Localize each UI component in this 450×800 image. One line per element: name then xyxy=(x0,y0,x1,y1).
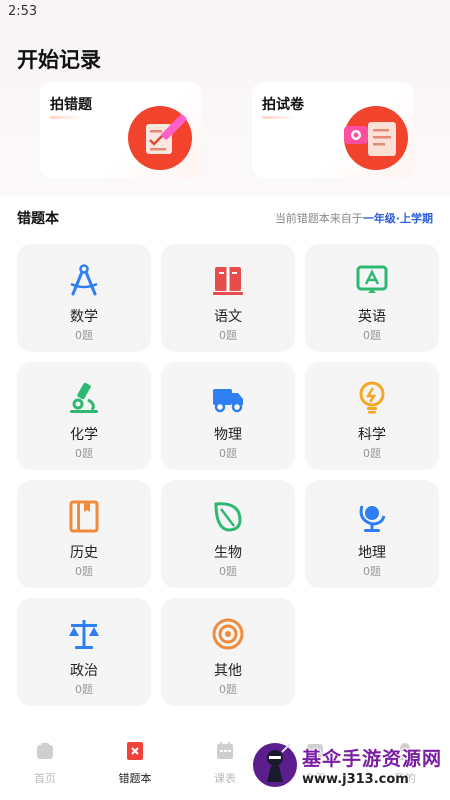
subject-count: 0题 xyxy=(219,565,237,578)
camera-test-paper-icon xyxy=(344,106,408,170)
record-card-label: 拍试卷 xyxy=(262,97,304,113)
home-icon xyxy=(37,743,53,759)
subject-count: 0题 xyxy=(75,565,93,578)
subject-name: 化学 xyxy=(70,427,98,443)
truck-icon xyxy=(213,389,243,413)
subject-count: 0题 xyxy=(219,329,237,342)
compass-icon xyxy=(70,264,98,296)
label-underline xyxy=(50,116,84,119)
wrongbook-icon xyxy=(127,742,143,760)
subject-count: 0题 xyxy=(75,447,93,460)
subject-card-science[interactable]: 科学 0题 xyxy=(305,362,439,470)
status-bar: 2:53 xyxy=(0,0,450,26)
subject-card-history[interactable]: 历史 0题 xyxy=(17,480,151,588)
scroll-icon xyxy=(69,500,99,533)
ninja-logo-icon xyxy=(253,743,297,787)
subject-name: 英语 xyxy=(358,309,386,325)
subject-name: 地理 xyxy=(358,545,386,561)
subject-name: 语文 xyxy=(214,309,242,325)
watermark-text: 基伞手游资源网 xyxy=(302,748,443,770)
record-test-paper-card[interactable]: 拍试卷 xyxy=(252,82,414,178)
subject-count: 0题 xyxy=(219,447,237,460)
subject-card-chinese[interactable]: 语文 0题 xyxy=(161,244,295,352)
subject-count: 0题 xyxy=(75,329,93,342)
subject-card-politics[interactable]: 政治 0题 xyxy=(17,598,151,706)
subject-name: 历史 xyxy=(70,545,98,561)
letter-a-icon xyxy=(356,265,388,293)
label-underline xyxy=(262,116,296,119)
target-icon xyxy=(212,618,244,650)
tab-wrong-book[interactable]: 错题本 xyxy=(90,730,180,800)
globe-icon xyxy=(359,505,386,532)
grade-source-prefix: 当前错题本来自于 xyxy=(274,212,363,225)
leaf-icon xyxy=(214,502,242,532)
subject-name: 物理 xyxy=(214,427,242,443)
subject-name: 生物 xyxy=(214,545,242,561)
subject-name: 科学 xyxy=(358,427,386,443)
subject-card-geography[interactable]: 地理 0题 xyxy=(305,480,439,588)
subject-name: 数学 xyxy=(70,309,98,325)
tab-label: 错题本 xyxy=(118,772,152,785)
subject-name: 其他 xyxy=(214,663,242,679)
calendar-icon xyxy=(217,742,233,759)
subject-count: 0题 xyxy=(219,683,237,696)
subject-card-english[interactable]: 英语 0题 xyxy=(305,244,439,352)
camera-paper-icon xyxy=(128,106,192,170)
status-time: 2:53 xyxy=(8,4,38,19)
subject-name: 政治 xyxy=(70,663,98,679)
subject-card-biology[interactable]: 生物 0题 xyxy=(161,480,295,588)
subject-card-physics[interactable]: 物理 0题 xyxy=(161,362,295,470)
record-wrong-question-card[interactable]: 拍错题 xyxy=(40,82,202,178)
tab-label: 首页 xyxy=(34,772,56,785)
subject-card-math[interactable]: 数学 0题 xyxy=(17,244,151,352)
watermark: 基伞手游资源网 www.j313.com xyxy=(248,738,448,794)
record-card-label: 拍错题 xyxy=(50,97,92,113)
subject-count: 0题 xyxy=(363,447,381,460)
subject-count: 0题 xyxy=(363,329,381,342)
subject-card-other[interactable]: 其他 0题 xyxy=(161,598,295,706)
page-title: 开始记录 xyxy=(17,48,101,72)
subject-grid: 数学 0题 语文 0题 英语 0题 化学 0题 物理 0题 科学 0题 历史 0… xyxy=(17,244,439,706)
subject-card-chemistry[interactable]: 化学 0题 xyxy=(17,362,151,470)
subject-count: 0题 xyxy=(75,683,93,696)
bulb-icon xyxy=(359,381,385,414)
grade-source-link[interactable]: 一年级·上学期 xyxy=(363,212,433,225)
grade-source-note[interactable]: 当前错题本来自于一年级·上学期 xyxy=(275,210,433,226)
tab-home[interactable]: 首页 xyxy=(0,730,90,800)
watermark-url: www.j313.com xyxy=(302,772,409,787)
scale-icon xyxy=(69,620,99,649)
subject-count: 0题 xyxy=(363,565,381,578)
wrong-book-section-title: 错题本 xyxy=(17,211,59,227)
microscope-icon xyxy=(70,382,98,413)
book-icon xyxy=(213,267,243,295)
